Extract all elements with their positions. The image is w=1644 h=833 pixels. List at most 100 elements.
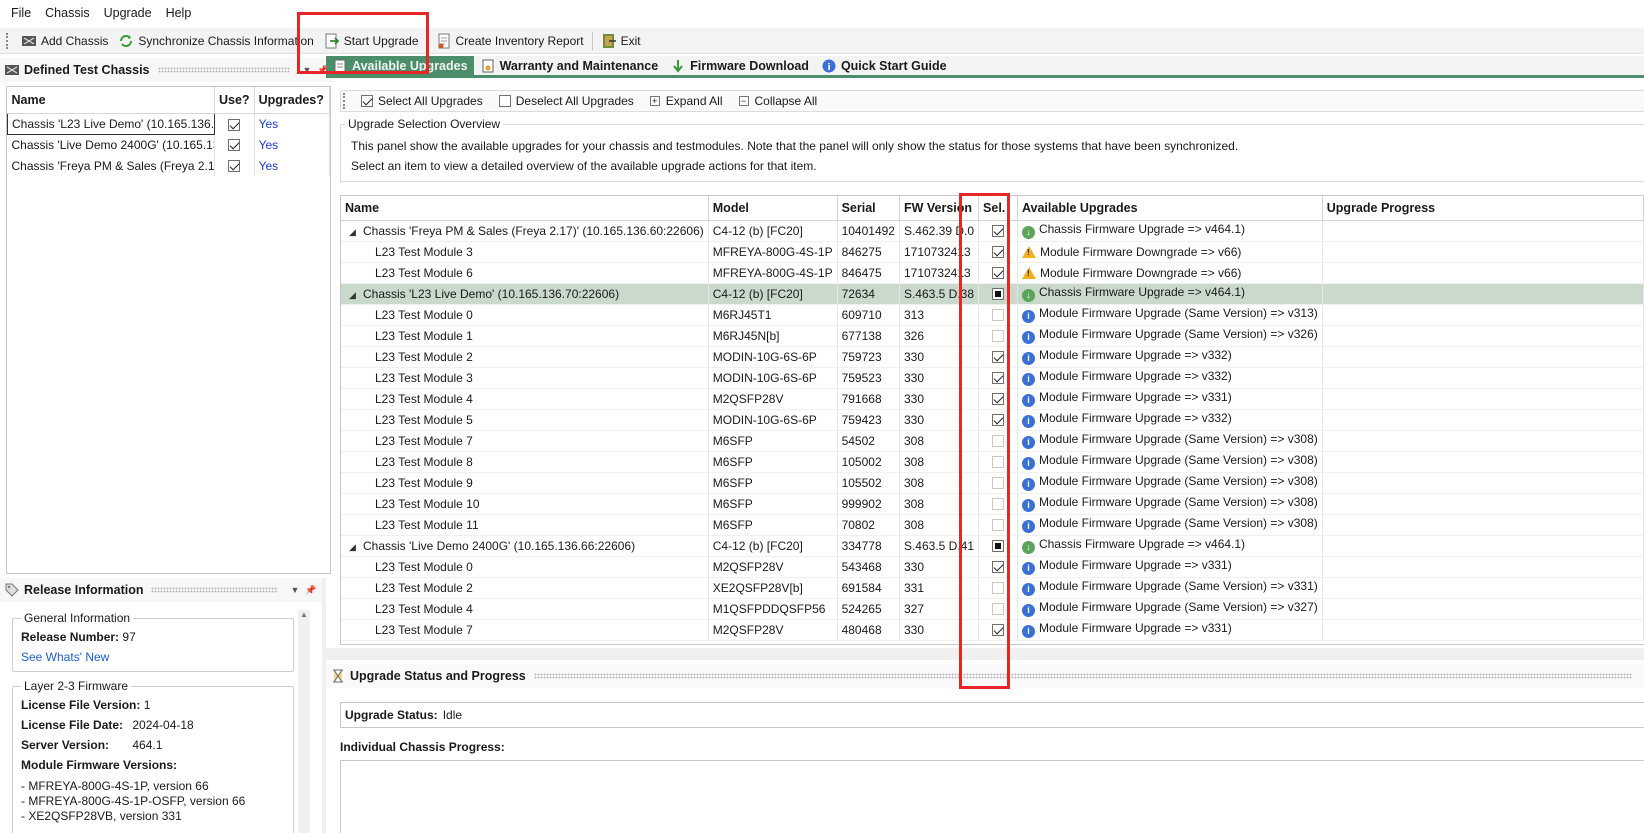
module-row[interactable]: L23 Test Module 2 MODIN-10G-6S-6P 759723 33… [341,346,1644,368]
column-header-available-upgrades[interactable]: Available Upgrades [1017,196,1323,221]
module-row[interactable]: L23 Test Module 6 MFREYA-800G-4S-1P 846475… [341,262,1644,284]
name-cell[interactable]: L23 Test Module 0 [341,304,709,326]
name-cell[interactable]: L23 Test Module 3 [341,367,709,389]
sel-cell[interactable] [978,241,1018,263]
name-cell[interactable]: L23 Test Module 0 [341,556,709,578]
chassis-row[interactable]: ◢ Chassis 'Freya PM & Sales (Freya 2.17)'… [341,220,1644,242]
whats-new-link[interactable]: See Whats' New [21,647,293,667]
name-cell[interactable]: L23 Test Module 2 [341,346,709,368]
name-cell[interactable]: L23 Test Module 8 [341,451,709,473]
sel-cell[interactable] [978,430,1018,452]
module-row[interactable]: L23 Test Module 8 M6SFP 105002 308 i Module F… [341,451,1644,473]
module-row[interactable]: L23 Test Module 7 M6SFP 54502 308 i Module Fi… [341,430,1644,452]
sel-checkbox[interactable] [992,393,1004,406]
start-upgrade-button[interactable]: Start Upgrade [319,30,424,52]
name-cell[interactable]: L23 Test Module 5 [341,409,709,431]
sel-cell[interactable] [978,367,1018,389]
column-header-fw-version[interactable]: FW Version [899,196,980,221]
toolbar-grip[interactable] [343,93,347,109]
select-all-upgrades-button[interactable]: Select All Upgrades [353,94,491,108]
scroll-up-icon[interactable]: ▲ [298,610,310,619]
synchronize-chassis-button[interactable]: Synchronize Chassis Information [113,30,318,52]
sel-checkbox[interactable] [992,540,1004,553]
dropdown-arrow-icon[interactable]: ▼ [300,65,314,75]
column-header-use[interactable]: Use? [214,87,255,114]
sel-checkbox[interactable] [992,624,1004,637]
dropdown-arrow-icon[interactable]: ▼ [288,585,302,595]
column-header-name[interactable]: Name [341,196,709,221]
sel-cell[interactable] [978,325,1018,347]
sel-cell[interactable] [978,388,1018,410]
name-cell[interactable]: L23 Test Module 2 [341,577,709,599]
tab-quick-start-guide[interactable]: i Quick Start Guide [815,56,953,76]
tab-warranty-maintenance[interactable]: Warranty and Maintenance [474,56,665,76]
module-row[interactable]: L23 Test Module 4 M1QSFPDDQSFP56 524265 327… [341,598,1644,620]
chassis-name-cell[interactable]: Chassis 'L23 Live Demo' (10.165.136.70: [7,112,215,135]
sel-cell[interactable] [978,409,1018,431]
module-row[interactable]: L23 Test Module 9 M6SFP 105502 308 i Module F… [341,472,1644,494]
sel-cell[interactable] [978,283,1018,305]
name-cell[interactable]: L23 Test Module 10 [341,493,709,515]
create-inventory-report-button[interactable]: Create Inventory Report [431,30,589,52]
chassis-row[interactable]: ◢ Chassis 'Live Demo 2400G' (10.165.136.6… [341,535,1644,557]
name-cell[interactable]: L23 Test Module 9 [341,472,709,494]
sel-cell[interactable] [978,577,1018,599]
expand-triangle-icon[interactable]: ◢ [349,542,363,553]
sel-cell[interactable] [978,262,1018,284]
name-cell[interactable]: ◢ Chassis 'Freya PM & Sales (Freya 2.17)'… [341,220,709,242]
sel-cell[interactable] [978,556,1018,578]
menu-upgrade[interactable]: Upgrade [97,0,159,26]
use-cell[interactable] [214,155,255,176]
chassis-row[interactable]: Chassis 'Freya PM & Sales (Freya 2.17)' … [7,155,331,176]
name-cell[interactable]: L23 Test Module 4 [341,598,709,620]
column-header-upgrades[interactable]: Upgrades? [254,87,331,114]
use-cell[interactable] [214,134,255,155]
pin-icon[interactable]: 📌 [304,585,318,596]
module-row[interactable]: L23 Test Module 3 MODIN-10G-6S-6P 759523 33… [341,367,1644,389]
add-chassis-button[interactable]: Add Chassis [16,30,113,52]
sel-checkbox[interactable] [992,414,1004,427]
use-checkbox[interactable] [228,139,241,152]
name-cell[interactable]: ◢ Chassis 'Live Demo 2400G' (10.165.136.6… [341,535,709,557]
chassis-row[interactable]: Chassis 'L23 Live Demo' (10.165.136.70: … [7,112,331,135]
sel-checkbox[interactable] [992,246,1004,259]
chassis-name-cell[interactable]: Chassis 'Freya PM & Sales (Freya 2.17)' [7,155,215,176]
name-cell[interactable]: L23 Test Module 6 [341,262,709,284]
column-header-model[interactable]: Model [708,196,838,221]
expand-triangle-icon[interactable]: ◢ [349,290,363,301]
module-row[interactable]: L23 Test Module 11 M6SFP 70802 308 i Module F… [341,514,1644,536]
collapse-all-button[interactable]: − Collapse All [731,94,826,108]
module-row[interactable]: L23 Test Module 4 M2QSFP28V 791668 330 i Modu… [341,388,1644,410]
release-scrollbar[interactable]: ▲ [298,610,310,833]
sel-checkbox[interactable] [992,267,1004,280]
sel-cell[interactable] [978,493,1018,515]
name-cell[interactable]: L23 Test Module 4 [341,388,709,410]
sel-cell[interactable] [978,346,1018,368]
deselect-all-upgrades-button[interactable]: Deselect All Upgrades [491,94,642,108]
chassis-row[interactable]: ◢ Chassis 'L23 Live Demo' (10.165.136.70:… [341,283,1644,305]
module-row[interactable]: L23 Test Module 3 MFREYA-800G-4S-1P 846275… [341,241,1644,263]
use-cell[interactable] [214,113,255,134]
sel-cell[interactable] [978,472,1018,494]
name-cell[interactable]: L23 Test Module 7 [341,430,709,452]
toolbar-grip[interactable] [6,32,10,49]
sel-cell[interactable] [978,535,1018,557]
sel-checkbox[interactable] [992,288,1004,301]
module-row[interactable]: L23 Test Module 1 M6RJ45N[b] 677138 326 i Mod… [341,325,1644,347]
sel-cell[interactable] [978,619,1018,641]
use-checkbox[interactable] [228,160,241,173]
module-row[interactable]: L23 Test Module 0 M6RJ45T1 609710 313 i Modul… [341,304,1644,326]
menu-help[interactable]: Help [159,0,199,26]
expand-triangle-icon[interactable]: ◢ [349,227,363,238]
name-cell[interactable]: L23 Test Module 11 [341,514,709,536]
sel-checkbox[interactable] [992,561,1004,574]
sel-cell[interactable] [978,304,1018,326]
module-row[interactable]: L23 Test Module 2 XE2QSFP28V[b] 691584 331 i… [341,577,1644,599]
expand-all-button[interactable]: + Expand All [642,94,731,108]
sel-cell[interactable] [978,514,1018,536]
sel-cell[interactable] [978,598,1018,620]
module-row[interactable]: L23 Test Module 5 MODIN-10G-6S-6P 759423 33… [341,409,1644,431]
sel-checkbox[interactable] [992,225,1004,238]
column-header-name[interactable]: Name [7,87,215,114]
sel-checkbox[interactable] [992,372,1004,385]
